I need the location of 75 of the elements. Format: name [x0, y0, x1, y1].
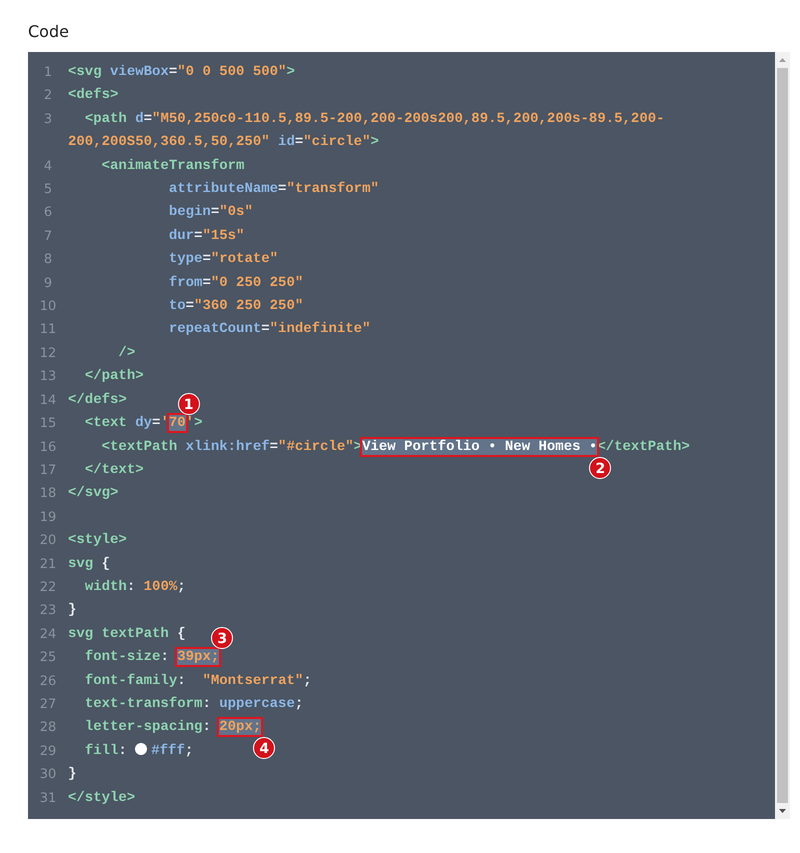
line-number: 2: [42, 87, 54, 106]
code-text: }: [68, 766, 76, 782]
line-number: 24: [38, 626, 58, 644]
line-number: 8: [42, 251, 54, 270]
line-number: 25: [38, 649, 58, 668]
line-number: 10: [38, 298, 58, 316]
code-text: from="0 250 250": [168, 274, 304, 291]
code-text: />: [117, 344, 136, 361]
code-text: </defs>: [68, 392, 127, 408]
code-text: svg {: [68, 556, 110, 572]
line-number: 16: [38, 438, 58, 456]
code-text: type="rotate": [168, 251, 278, 268]
callout-number: 1: [178, 393, 200, 416]
code-text: svg textPath {: [68, 626, 186, 642]
code-text: width: 100%;: [84, 578, 186, 595]
line-number: 28: [38, 719, 58, 738]
line-number: 14: [38, 392, 58, 410]
highlighted-code: 20px;: [219, 719, 262, 736]
code-text: </textPath>: [597, 438, 690, 454]
code-text: letter-spacing:: [84, 719, 212, 736]
code-text: text-transform: uppercase;: [84, 696, 304, 712]
line-number: 6: [42, 204, 54, 222]
code-text: </style>: [68, 790, 136, 806]
line-number: 22: [38, 578, 58, 597]
code-text: <text dy=': [84, 415, 169, 432]
highlighted-code: 70: [168, 415, 186, 432]
code-text: dur="15s": [168, 228, 244, 244]
code-text: </text>: [84, 462, 144, 478]
scrollbar[interactable]: [775, 52, 790, 819]
line-number: 4: [42, 158, 54, 176]
code-text: <animateTransform: [100, 158, 244, 174]
code-text: font-size:: [84, 649, 170, 666]
code-text: attributeName="transform": [168, 181, 379, 198]
code-text: <style>: [68, 532, 127, 548]
code-text: fill:: [84, 742, 128, 759]
line-number: 31: [38, 790, 58, 808]
highlighted-code: 39px;: [177, 649, 220, 666]
line-number: 15: [38, 415, 58, 434]
callout-number: 4: [253, 737, 276, 760]
code-text: '>: [186, 415, 202, 432]
section-title: Code: [28, 21, 70, 43]
code-text: to="360 250 250": [168, 298, 304, 314]
line-number: 20: [38, 532, 58, 550]
line-number: 26: [38, 672, 58, 691]
code-text: begin="0s": [168, 204, 253, 220]
code-text: }: [68, 602, 76, 618]
code-text: font-family: "Montserrat";: [84, 672, 312, 689]
line-number: 29: [38, 742, 58, 761]
line-number: 21: [38, 556, 58, 574]
code-text: </svg>: [68, 485, 118, 502]
line-number: 30: [38, 766, 58, 784]
line-number: 19: [38, 508, 58, 527]
line-number: 5: [42, 181, 54, 200]
line-number: 23: [38, 602, 58, 620]
line-number: 9: [42, 274, 54, 293]
line-number: 12: [38, 344, 58, 363]
line-number: 18: [38, 485, 58, 504]
line-number: 13: [38, 368, 58, 386]
callout-number: 3: [211, 627, 234, 650]
highlighted-code: View Portfolio • New Homes •: [362, 438, 598, 454]
line-number: 3: [42, 110, 54, 129]
color-swatch-icon: [135, 742, 148, 755]
line-number: 17: [38, 462, 58, 480]
callout-number: 2: [589, 456, 612, 478]
line-number: 11: [38, 321, 58, 340]
code-text: <svg viewBox="0 0 500 500">: [68, 64, 295, 80]
code-text: repeatCount="indefinite": [168, 321, 370, 338]
scrollbar-thumb[interactable]: [777, 68, 788, 803]
line-number: 1: [42, 64, 54, 82]
line-number: 27: [38, 696, 58, 714]
code-text: </path>: [84, 368, 144, 384]
code-text: <path d="M50,250c0-110.5,89.5-200,200-200s200,89.5,200,200s-89.5,200-200,200S50,360.5,50,250" id="circle">: [68, 110, 665, 150]
line-number: 7: [42, 228, 54, 246]
code-text: #fff;: [151, 742, 194, 759]
code-text: <defs>: [68, 87, 118, 104]
